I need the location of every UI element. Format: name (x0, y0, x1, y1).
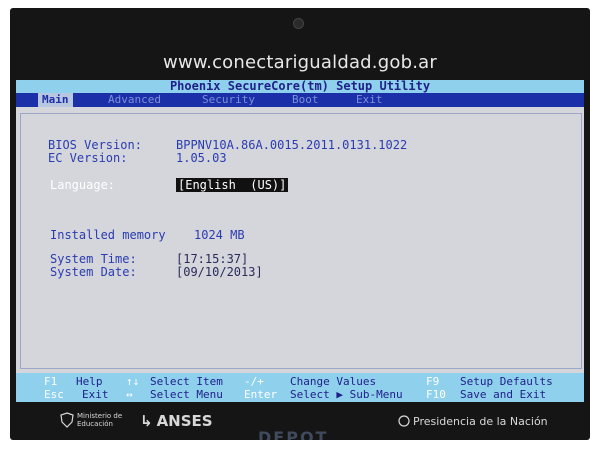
anses-text: ANSES (156, 412, 213, 430)
system-date-field[interactable]: [09/10/2013] (176, 265, 263, 279)
exit-desc: Exit (82, 388, 109, 401)
bios-screen: Phoenix SecureCore(tm) Setup Utility Mai… (16, 80, 584, 402)
presidencia-logo: Presidencia de la Nación (398, 414, 548, 428)
laptop-photo: www.conectarigualdad.gob.ar Phoenix Secu… (10, 8, 590, 440)
webcam-icon (293, 18, 304, 29)
bios-version-label: BIOS Version: (48, 138, 142, 152)
bios-help-footer: F1 Help ↑↓ Select Item -/+ Change Values… (16, 373, 584, 402)
ministerio-logo: Ministerio de Educación (60, 412, 122, 428)
ministerio-line1: Ministerio de (77, 412, 123, 420)
change-values-desc: Change Values (290, 375, 377, 388)
system-time-field[interactable]: [17:15:37] (176, 252, 248, 266)
arrow-updown-key: ↑↓ (126, 375, 140, 388)
ec-version-label: EC Version: (48, 151, 128, 165)
esc-key: Esc (44, 388, 64, 401)
anses-mark-icon: ↳ (140, 412, 153, 430)
f9-key: F9 (426, 375, 440, 388)
tab-main[interactable]: Main (38, 93, 73, 107)
enter-key: Enter (244, 388, 278, 401)
select-item-desc: Select Item (150, 375, 223, 388)
system-time-label: System Time: (50, 252, 137, 266)
bios-menu-bar: Main Advanced Security Boot Exit (16, 93, 584, 107)
ec-version-value: 1.05.03 (176, 151, 227, 165)
language-label: Language: (50, 178, 116, 192)
setup-defaults-desc: Setup Defaults (460, 375, 553, 388)
laptop-bezel: Ministerio de Educación ↳ ANSES Presiden… (10, 406, 590, 440)
save-exit-desc: Save and Exit (460, 388, 547, 401)
bios-version-value: BPPNV10A.86A.0015.2011.0131.1022 (176, 138, 408, 152)
ministerio-line2: Educación (77, 420, 113, 428)
depot-logo: DEPOT (258, 428, 329, 440)
system-date-label: System Date: (50, 265, 137, 279)
plus-minus-key: -/+ (244, 375, 264, 388)
tab-exit[interactable]: Exit (352, 93, 387, 107)
installed-memory-value: 1024 MB (194, 228, 245, 242)
bios-title: Phoenix SecureCore(tm) Setup Utility (16, 80, 584, 93)
help-key: F1 (44, 375, 58, 388)
language-select[interactable]: [English (US)] (176, 178, 289, 192)
seal-icon (398, 415, 410, 427)
help-desc: Help (76, 375, 103, 388)
select-submenu-desc: Select ▶ Sub-Menu (290, 388, 403, 401)
anses-logo: ↳ ANSES (140, 412, 213, 430)
tab-security[interactable]: Security (198, 93, 259, 107)
installed-memory-label: Installed memory (50, 228, 166, 242)
shield-icon (60, 412, 74, 428)
presidencia-text: Presidencia de la Nación (413, 414, 548, 428)
tab-advanced[interactable]: Advanced (104, 93, 165, 107)
f10-key: F10 (426, 388, 446, 401)
arrow-leftright-key: ↔ (126, 388, 133, 401)
url-banner: www.conectarigualdad.gob.ar (163, 52, 437, 73)
tab-boot[interactable]: Boot (288, 93, 323, 107)
select-menu-desc: Select Menu (150, 388, 223, 401)
